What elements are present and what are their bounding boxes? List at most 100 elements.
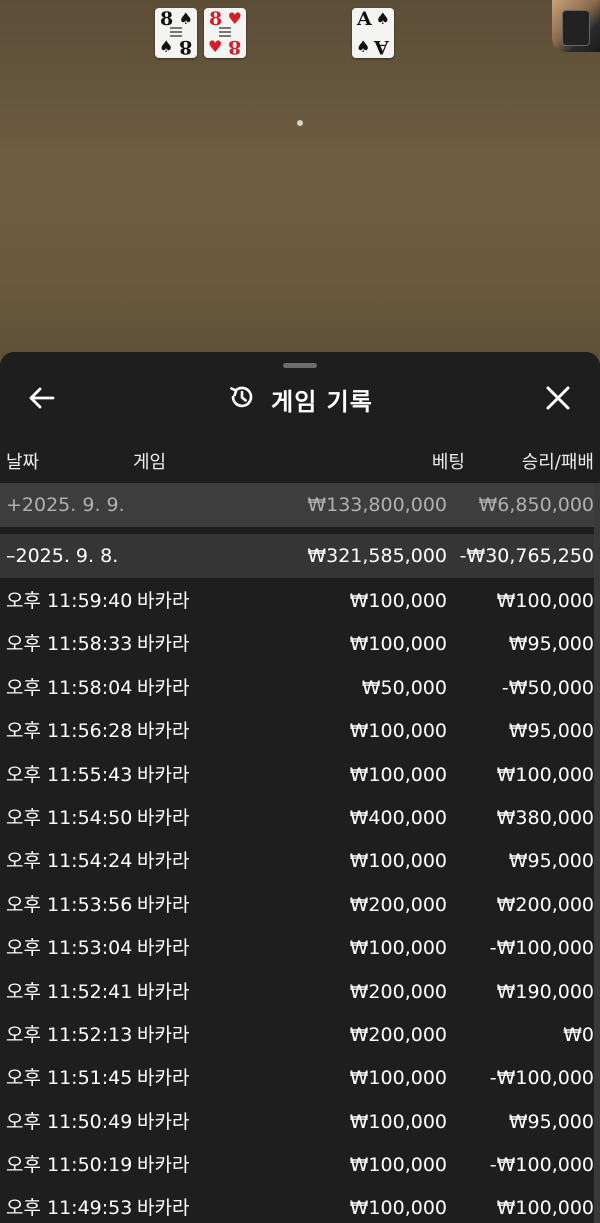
row-result: ₩200,000 [496, 893, 594, 916]
arrow-left-icon [28, 386, 56, 414]
row-result: ₩95,000 [508, 633, 594, 656]
row-result: -₩50,000 [501, 676, 594, 699]
row-result: ₩100,000 [496, 763, 594, 786]
history-row[interactable]: 오후 11:50:19 바카라 ₩100,000 -₩100,000 [0, 1144, 594, 1187]
history-row[interactable]: 오후 11:58:04 바카라 ₩50,000 -₩50,000 [0, 667, 594, 710]
row-time: 오후 11:51:45 [6, 1067, 133, 1090]
back-button[interactable] [22, 380, 62, 420]
history-row[interactable]: 오후 11:50:49 바카라 ₩100,000 ₩95,000 [0, 1101, 594, 1144]
banker-card-1: A ♠ ♠ A [352, 8, 394, 58]
sheet-title: 게임 기록 [271, 387, 373, 416]
row-game: 바카라 [137, 1067, 190, 1090]
date-group-row[interactable]: –2025. 9. 8. ₩321,585,000 -₩30,765,250 [0, 534, 594, 578]
history-row[interactable]: 오후 11:55:43 바카라 ₩100,000 ₩100,000 [0, 754, 594, 797]
column-date: 날짜 [6, 452, 40, 473]
date-group-bet: ₩133,800,000 [307, 494, 447, 516]
row-bet: ₩100,000 [349, 633, 447, 656]
card-rank: 8 [178, 36, 192, 58]
row-bet: ₩100,000 [349, 850, 447, 873]
history-row[interactable]: 오후 11:52:13 바카라 ₩200,000 ₩0 [0, 1014, 594, 1057]
game-table: 8 ♠ ♠ 8 8 ♥ ♥ 8 A ♠ ♠ A [0, 0, 600, 365]
date-group-row[interactable]: +2025. 9. 9. ₩133,800,000 ₩6,850,000 [0, 483, 594, 527]
date-group-label: –2025. 9. 8. [6, 545, 119, 567]
row-game: 바카라 [137, 980, 190, 1003]
row-time: 오후 11:50:19 [6, 1154, 133, 1177]
row-bet: ₩100,000 [349, 1197, 447, 1220]
row-time: 오후 11:52:41 [6, 980, 133, 1003]
row-bet: ₩100,000 [349, 1110, 447, 1133]
history-row[interactable]: 오후 11:53:04 바카라 ₩100,000 -₩100,000 [0, 927, 594, 970]
date-group-bet: ₩321,585,000 [307, 545, 447, 567]
row-bet: ₩100,000 [349, 937, 447, 960]
row-bet: ₩200,000 [349, 1023, 447, 1046]
history-icon [227, 382, 257, 416]
player-card-1: 8 ♠ ♠ 8 [155, 8, 197, 58]
dealer-hand [552, 0, 600, 52]
row-result: -₩100,000 [489, 1154, 594, 1177]
row-bet: ₩400,000 [349, 806, 447, 829]
row-time: 오후 11:54:24 [6, 850, 133, 873]
row-result: ₩100,000 [496, 1197, 594, 1220]
row-time: 오후 11:52:13 [6, 1023, 133, 1046]
close-icon [545, 385, 571, 415]
close-button[interactable] [538, 380, 578, 420]
spade-icon: ♠ [375, 9, 390, 28]
table-header: 날짜 게임 베팅 승리/패배 [0, 448, 600, 476]
history-row[interactable]: 오후 11:54:50 바카라 ₩400,000 ₩380,000 [0, 797, 594, 840]
row-time: 오후 11:49:53 [6, 1197, 133, 1220]
history-row[interactable]: 오후 11:59:40 바카라 ₩100,000 ₩100,000 [0, 580, 594, 623]
row-result: -₩100,000 [489, 1067, 594, 1090]
history-row[interactable]: 오후 11:52:41 바카라 ₩200,000 ₩190,000 [0, 971, 594, 1014]
card-shoe [562, 10, 590, 46]
row-time: 오후 11:58:04 [6, 676, 133, 699]
row-result: ₩95,000 [508, 720, 594, 743]
row-game: 바카라 [137, 937, 190, 960]
table-marker [297, 120, 303, 126]
sheet-title-group: 게임 기록 [0, 372, 600, 426]
row-result: ₩0 [563, 1023, 594, 1046]
row-result: ₩95,000 [508, 1110, 594, 1133]
row-result: ₩95,000 [508, 850, 594, 873]
row-game: 바카라 [137, 1023, 190, 1046]
column-result: 승리/패배 [521, 452, 594, 473]
history-row[interactable]: 오후 11:56:28 바카라 ₩100,000 ₩95,000 [0, 710, 594, 753]
card-rank: 8 [227, 36, 241, 58]
sheet-drag-handle[interactable] [283, 363, 317, 368]
spade-icon: ♠ [159, 37, 174, 56]
row-time: 오후 11:58:33 [6, 633, 133, 656]
history-row[interactable]: 오후 11:51:45 바카라 ₩100,000 -₩100,000 [0, 1057, 594, 1100]
row-bet: ₩200,000 [349, 980, 447, 1003]
date-group-label: +2025. 9. 9. [6, 494, 125, 516]
heart-icon: ♥ [227, 9, 242, 28]
row-bet: ₩100,000 [349, 720, 447, 743]
date-group-result: -₩30,765,250 [459, 545, 594, 567]
row-game: 바카라 [137, 590, 190, 612]
history-row[interactable]: 오후 11:54:24 바카라 ₩100,000 ₩95,000 [0, 840, 594, 883]
row-game: 바카라 [137, 633, 190, 656]
row-time: 오후 11:55:43 [6, 763, 133, 786]
row-game: 바카라 [137, 850, 190, 873]
row-bet: ₩100,000 [349, 763, 447, 786]
history-row[interactable]: 오후 11:53:56 바카라 ₩200,000 ₩200,000 [0, 884, 594, 927]
spade-icon: ♠ [178, 9, 193, 28]
row-bet: ₩50,000 [361, 676, 447, 699]
column-bet: 베팅 [431, 452, 465, 473]
row-result: ₩380,000 [496, 806, 594, 829]
history-row[interactable]: 오후 11:58:33 바카라 ₩100,000 ₩95,000 [0, 623, 594, 666]
row-game: 바카라 [137, 1197, 190, 1220]
row-time: 오후 11:56:28 [6, 720, 133, 743]
game-history-sheet: 게임 기록 날짜 게임 베팅 승리/패배 +2025. 9. 9. ₩133,8… [0, 352, 600, 1223]
row-game: 바카라 [137, 1110, 190, 1133]
row-result: ₩100,000 [496, 590, 594, 612]
scrollbar[interactable] [594, 483, 600, 1223]
history-list: 오후 11:59:40 바카라 ₩100,000 ₩100,000 오후 11:58:… [0, 580, 594, 1223]
row-time: 오후 11:50:49 [6, 1110, 133, 1133]
player-card-2: 8 ♥ ♥ 8 [204, 8, 246, 58]
row-bet: ₩200,000 [349, 893, 447, 916]
row-time: 오후 11:53:56 [6, 893, 133, 916]
sheet-header: 게임 기록 [0, 372, 600, 426]
history-row[interactable]: 오후 11:49:53 바카라 ₩100,000 ₩100,000 [0, 1187, 594, 1223]
row-game: 바카라 [137, 1154, 190, 1177]
spade-icon: ♠ [356, 37, 371, 56]
row-result: -₩100,000 [489, 937, 594, 960]
